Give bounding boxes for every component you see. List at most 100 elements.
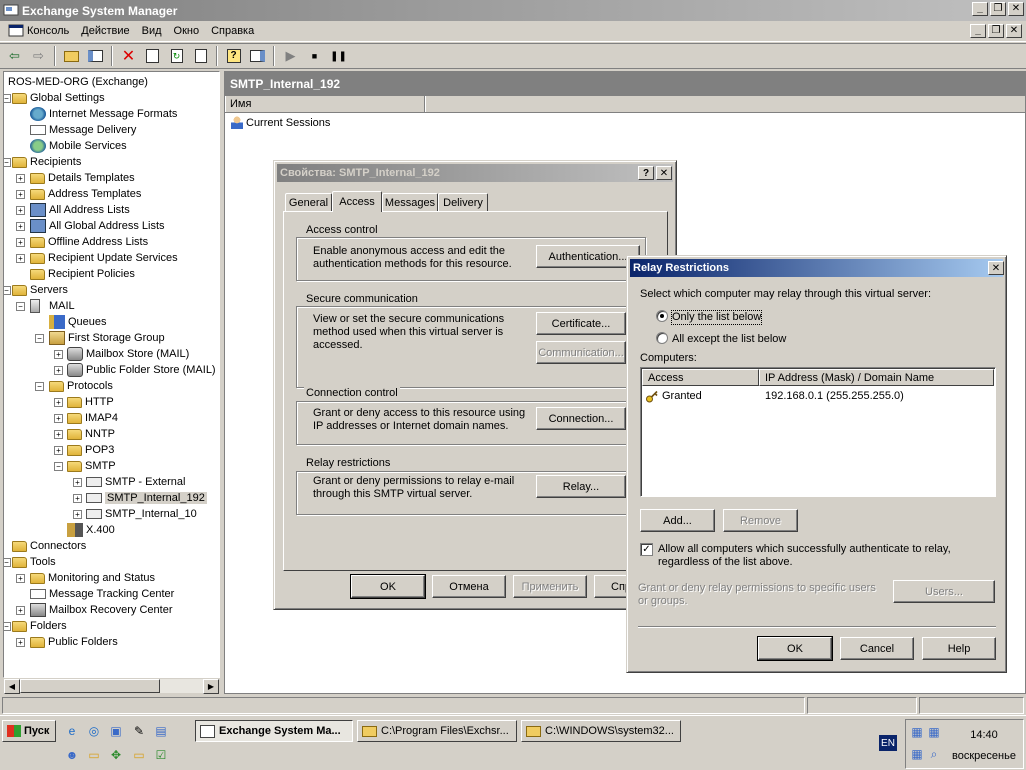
menu-help[interactable]: Справка	[205, 25, 260, 37]
child-close-button[interactable]: ✕	[1006, 24, 1022, 38]
relay-help-button[interactable]: Help	[922, 637, 996, 660]
collapse-toggle[interactable]: −	[4, 622, 11, 631]
collapse-toggle[interactable]: −	[35, 382, 44, 391]
expand-toggle[interactable]: +	[54, 430, 63, 439]
menu-window[interactable]: Окно	[168, 25, 206, 37]
network-tray-icon[interactable]: ▦	[926, 724, 942, 740]
column-name-header[interactable]: Имя	[225, 96, 425, 112]
scroll-left-icon[interactable]: ◀	[4, 679, 20, 694]
tree-all-global-address-lists[interactable]: All Global Address Lists	[30, 218, 165, 234]
tree-recipients[interactable]: Recipients	[12, 154, 81, 170]
tree-message-delivery[interactable]: Message Delivery	[30, 122, 136, 138]
expand-toggle[interactable]: +	[16, 254, 25, 263]
minimize-button[interactable]: _	[972, 2, 988, 16]
media-icon[interactable]: ▣	[108, 723, 124, 739]
collapse-toggle[interactable]: −	[16, 302, 25, 311]
scroll-thumb[interactable]	[20, 679, 160, 693]
communication-button[interactable]: Communication...	[536, 341, 626, 364]
tree-details-templates[interactable]: Details Templates	[30, 170, 135, 186]
expand-toggle[interactable]: +	[16, 190, 25, 199]
scroll-right-icon[interactable]: ▶	[203, 679, 219, 694]
collapse-toggle[interactable]: −	[4, 94, 11, 103]
tab-delivery[interactable]: Delivery	[438, 193, 488, 212]
tree-mailbox-recovery-center[interactable]: Mailbox Recovery Center	[30, 602, 173, 618]
expand-toggle[interactable]: +	[16, 174, 25, 183]
collapse-toggle[interactable]: −	[4, 286, 11, 295]
stop-icon[interactable]: ■	[303, 45, 326, 67]
cancel-button[interactable]: Отмена	[432, 575, 506, 598]
tree-smtp-internal-192[interactable]: SMTP_Internal_192	[86, 490, 207, 506]
delete-icon[interactable]: ✕	[117, 45, 140, 67]
column-access-header[interactable]: Access	[642, 369, 759, 386]
certificate-button[interactable]: Certificate...	[536, 312, 626, 335]
tree-nntp[interactable]: NNTP	[67, 426, 115, 442]
tree-offline-address-lists[interactable]: Offline Address Lists	[30, 234, 148, 250]
help-icon[interactable]: ?	[222, 45, 245, 67]
ok-button[interactable]: OK	[350, 574, 426, 599]
tree-horizontal-scrollbar[interactable]: ◀ ▶	[3, 678, 220, 694]
expand-toggle[interactable]: +	[54, 446, 63, 455]
expand-toggle[interactable]: +	[54, 398, 63, 407]
users-button[interactable]: Users...	[893, 580, 995, 603]
radio-all-except[interactable]	[656, 332, 668, 344]
tab-general[interactable]: General	[285, 193, 332, 212]
tree-pop3[interactable]: POP3	[67, 442, 114, 458]
tree-mailbox-store[interactable]: Mailbox Store (MAIL)	[67, 346, 189, 362]
tree-public-folder-store[interactable]: Public Folder Store (MAIL)	[67, 362, 216, 378]
tree-address-templates[interactable]: Address Templates	[30, 186, 141, 202]
menu-view[interactable]: Вид	[136, 25, 168, 37]
tree-first-storage-group[interactable]: First Storage Group	[49, 330, 165, 346]
back-icon[interactable]: ⇦	[3, 45, 26, 67]
radio-only-list[interactable]	[656, 310, 668, 322]
collapse-toggle[interactable]: −	[4, 158, 11, 167]
explorer-icon[interactable]: ▭	[131, 747, 147, 763]
relay-close-button[interactable]: ✕	[988, 261, 1004, 275]
tree-tools[interactable]: Tools	[12, 554, 56, 570]
expand-toggle[interactable]: +	[54, 350, 63, 359]
show-hide-pane-icon[interactable]	[246, 45, 269, 67]
authentication-button[interactable]: Authentication...	[536, 245, 640, 268]
column-empty-header[interactable]	[425, 96, 1024, 112]
list-item[interactable]: Granted 192.168.0.1 (255.255.255.0)	[645, 389, 993, 405]
radio-all-except-label[interactable]: All except the list below	[672, 333, 786, 346]
tree-monitoring-and-status[interactable]: Monitoring and Status	[30, 570, 155, 586]
clock-day[interactable]: воскресенье	[946, 750, 1022, 762]
computers-list[interactable]: Access IP Address (Mask) / Domain Name G…	[640, 367, 996, 497]
checklist-icon[interactable]: ☑	[153, 747, 169, 763]
tree-mobile-services[interactable]: Mobile Services	[30, 138, 127, 154]
up-folder-icon[interactable]	[60, 45, 83, 67]
tree-servers[interactable]: Servers	[12, 282, 68, 298]
relay-button[interactable]: Relay...	[536, 475, 626, 498]
tab-messages[interactable]: Messages	[382, 193, 438, 212]
show-hide-tree-icon[interactable]	[84, 45, 107, 67]
add-button[interactable]: Add...	[640, 509, 715, 532]
pause-icon[interactable]: ❚❚	[327, 45, 350, 67]
users-icon[interactable]: ☻	[64, 747, 80, 763]
column-ip-header[interactable]: IP Address (Mask) / Domain Name	[759, 369, 994, 386]
tree-connectors[interactable]: Connectors	[12, 538, 86, 554]
network-tray-icon[interactable]: ▦	[909, 724, 925, 740]
tab-access[interactable]: Access	[332, 191, 382, 212]
connection-button[interactable]: Connection...	[536, 407, 626, 430]
start-button[interactable]: Пуск	[2, 720, 56, 742]
tree-recipient-policies[interactable]: Recipient Policies	[30, 266, 135, 282]
search-tray-icon[interactable]: ⌕	[926, 746, 942, 762]
tree-public-folders[interactable]: Public Folders	[30, 634, 118, 650]
refresh-icon[interactable]: ↻	[165, 45, 188, 67]
task-program-files-folder[interactable]: C:\Program Files\Exchsr...	[357, 720, 517, 742]
apply-button[interactable]: Применить	[513, 575, 587, 598]
menu-action[interactable]: Действие	[75, 25, 135, 37]
clock-time[interactable]: 14:40	[956, 729, 1012, 741]
expand-toggle[interactable]: +	[73, 510, 82, 519]
expand-toggle[interactable]: +	[16, 574, 25, 583]
tree-folders[interactable]: Folders	[12, 618, 67, 634]
expand-toggle[interactable]: +	[16, 206, 25, 215]
tree-smtp-internal-10[interactable]: SMTP_Internal_10	[86, 506, 197, 522]
tree-imap4[interactable]: IMAP4	[67, 410, 118, 426]
child-minimize-button[interactable]: _	[970, 24, 986, 38]
console-tree[interactable]: ROS-MED-ORG (Exchange) − Global Settings…	[3, 71, 220, 678]
relay-cancel-button[interactable]: Cancel	[840, 637, 914, 660]
expand-toggle[interactable]: +	[16, 222, 25, 231]
dialog-help-button[interactable]: ?	[638, 166, 654, 180]
dialog-close-button[interactable]: ✕	[656, 166, 672, 180]
